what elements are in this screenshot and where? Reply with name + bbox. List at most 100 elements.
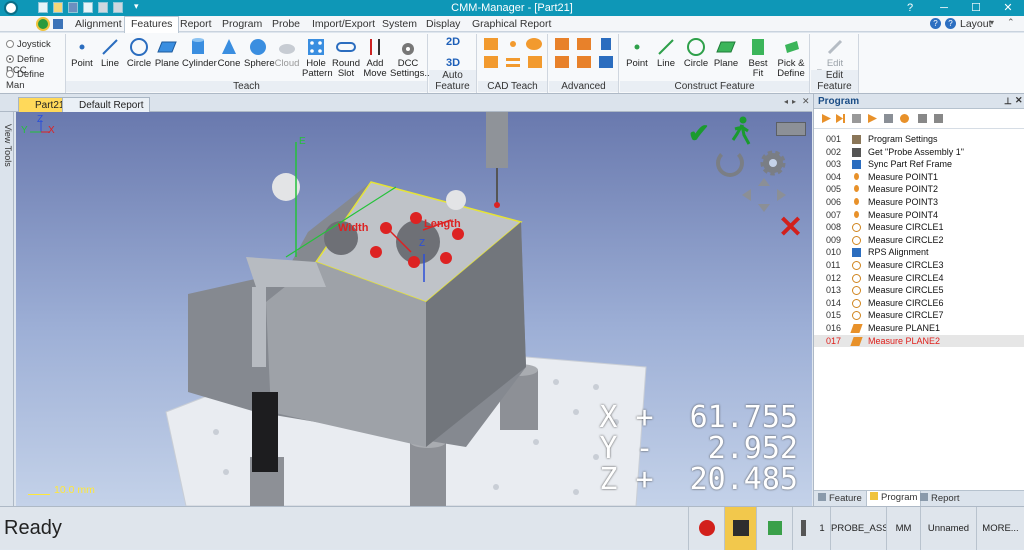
info-icon[interactable]: ? bbox=[945, 18, 956, 29]
run-person-icon[interactable] bbox=[730, 116, 752, 146]
auto-3d-button[interactable]: 3D bbox=[441, 58, 465, 69]
run-icon[interactable] bbox=[822, 114, 831, 123]
tab-default-report[interactable]: Default Report bbox=[62, 97, 151, 112]
construct-pick-define-button[interactable]: Pick & Define bbox=[774, 37, 808, 79]
teach-cylinder-button[interactable]: Cylinder bbox=[182, 37, 217, 69]
cad-teach-tools-icon[interactable] bbox=[478, 36, 548, 76]
ribbon-collapse-icon[interactable]: ⌃ bbox=[1007, 17, 1015, 28]
radio-dot-icon bbox=[6, 40, 14, 48]
machine-status-button[interactable] bbox=[724, 507, 756, 550]
close-button[interactable]: ✕ bbox=[994, 0, 1022, 16]
radio-joystick[interactable]: Joystick bbox=[6, 39, 51, 50]
auto-2d-button[interactable]: 2D bbox=[441, 37, 465, 48]
plane-icon bbox=[850, 324, 863, 333]
probe-name[interactable]: PROBE_ASSEN bbox=[830, 507, 886, 550]
panel-close-icon[interactable]: ✕ bbox=[1015, 95, 1023, 106]
options-icon[interactable] bbox=[934, 114, 943, 123]
program-probe-icon[interactable] bbox=[884, 114, 893, 123]
circle-icon bbox=[852, 261, 861, 270]
emergency-stop-button[interactable] bbox=[688, 507, 724, 550]
program-row-008[interactable]: 008 Measure CIRCLE1 bbox=[814, 221, 1024, 234]
menu-report[interactable]: Report bbox=[180, 18, 212, 30]
tab-report[interactable]: Report bbox=[920, 493, 960, 504]
cancel-x-icon[interactable]: ✕ bbox=[778, 210, 803, 245]
construct-line-button[interactable]: Line bbox=[653, 37, 679, 69]
title-bar: ▾ CMM-Manager - [Part21] ? ─ ☐ ✕ bbox=[0, 0, 1024, 16]
probe-tools-button[interactable] bbox=[756, 507, 792, 550]
app-menu-icon[interactable] bbox=[36, 17, 50, 31]
program-row-005[interactable]: 005 Measure POINT2 bbox=[814, 183, 1024, 196]
accept-check-icon[interactable]: ✔ bbox=[688, 118, 710, 149]
pan-arrows-icon[interactable] bbox=[742, 178, 786, 212]
construct-circle-button[interactable]: Circle bbox=[682, 37, 710, 69]
refresh-icon[interactable] bbox=[900, 114, 909, 123]
menu-probe[interactable]: Probe bbox=[272, 18, 300, 30]
program-row-006[interactable]: 006 Measure POINT3 bbox=[814, 196, 1024, 209]
help-icon[interactable]: ? bbox=[930, 18, 941, 29]
menu-graphical-report[interactable]: Graphical Report bbox=[472, 18, 551, 30]
program-row-013[interactable]: 013 Measure CIRCLE5 bbox=[814, 284, 1024, 297]
program-row-003[interactable]: 003 Sync Part Ref Frame bbox=[814, 158, 1024, 171]
construct-point-label: Point bbox=[626, 58, 648, 69]
menu-program[interactable]: Program bbox=[222, 18, 262, 30]
program-row-017[interactable]: 017 Measure PLANE2 bbox=[814, 334, 1024, 348]
layout-menu[interactable]: Layout bbox=[960, 18, 992, 30]
menu-display[interactable]: Display bbox=[426, 18, 460, 30]
teach-cloud-button[interactable]: Cloud bbox=[274, 37, 300, 69]
advanced-label: Advanced bbox=[549, 81, 618, 92]
program-row-004[interactable]: 004 Measure POINT1 bbox=[814, 171, 1024, 184]
home-icon[interactable] bbox=[53, 19, 63, 29]
units-indicator[interactable]: MM bbox=[886, 507, 920, 550]
teach-circle-button[interactable]: Circle bbox=[126, 37, 152, 69]
menu-features[interactable]: Features bbox=[124, 16, 180, 33]
probe-change-icon[interactable] bbox=[776, 122, 806, 136]
cad-viewport[interactable]: Z Y X E Z Width Length ✔ ✕ X + 61.755 Y -… bbox=[16, 112, 812, 506]
menu-alignment[interactable]: Alignment bbox=[75, 18, 122, 30]
teach-hole-pattern-button[interactable]: Hole Pattern bbox=[302, 37, 333, 79]
minimize-button[interactable]: ─ bbox=[930, 0, 958, 16]
program-row-007[interactable]: 007 Measure POINT4 bbox=[814, 209, 1024, 222]
more-button[interactable]: MORE... bbox=[976, 507, 1024, 550]
layout-dropdown-icon[interactable]: ▾ bbox=[990, 18, 994, 27]
program-row-010[interactable]: 010 RPS Alignment bbox=[814, 246, 1024, 259]
teach-plane-button[interactable]: Plane bbox=[154, 37, 180, 69]
program-row-011[interactable]: 011 Measure CIRCLE3 bbox=[814, 259, 1024, 272]
teach-cone-button[interactable]: Cone bbox=[216, 37, 242, 69]
teach-round-slot-button[interactable]: Round Slot bbox=[332, 37, 360, 79]
program-row-002[interactable]: 002 Get "Probe Assembly 1" bbox=[814, 146, 1024, 159]
settings-gear-icon[interactable] bbox=[758, 148, 788, 178]
stop-icon[interactable] bbox=[852, 114, 861, 123]
teach-dcc-settings-button[interactable]: DCC Settings... bbox=[390, 37, 432, 79]
program-row-009[interactable]: 009 Measure CIRCLE2 bbox=[814, 234, 1024, 247]
program-row-001[interactable]: 001 Program Settings bbox=[814, 133, 1024, 146]
program-row-014[interactable]: 014 Measure CIRCLE6 bbox=[814, 297, 1024, 310]
tab-feature[interactable]: Feature bbox=[818, 493, 862, 504]
maximize-button[interactable]: ☐ bbox=[962, 0, 990, 16]
construct-plane-button[interactable]: Plane bbox=[712, 37, 740, 69]
teach-sphere-button[interactable]: Sphere bbox=[244, 37, 275, 69]
menu-import-export[interactable]: Import/Export bbox=[312, 18, 375, 30]
view-tools-tab[interactable]: View Tools bbox=[1, 124, 13, 167]
teach-add-move-button[interactable]: Add Move bbox=[362, 37, 388, 79]
help-button[interactable]: ? bbox=[896, 0, 924, 16]
run-from-icon[interactable] bbox=[836, 114, 845, 123]
panel-pin-icon[interactable]: ⊥ bbox=[1004, 96, 1012, 107]
alignment-name[interactable]: Unnamed bbox=[920, 507, 976, 550]
rotate-view-icon[interactable] bbox=[716, 149, 744, 177]
construct-point-button[interactable]: Point bbox=[624, 37, 650, 69]
tab-scroll-right-icon[interactable]: ▸ bbox=[792, 97, 796, 106]
construct-best-fit-button[interactable]: Best Fit bbox=[744, 37, 772, 79]
tab-close-icon[interactable]: ✕ bbox=[802, 96, 810, 107]
teach-line-button[interactable]: Line bbox=[98, 37, 122, 69]
program-row-012[interactable]: 012 Measure CIRCLE4 bbox=[814, 272, 1024, 285]
radio-define-man[interactable]: Define Man bbox=[6, 69, 65, 91]
advanced-tools-icon[interactable] bbox=[549, 36, 619, 76]
teach-point-button[interactable]: Point bbox=[70, 37, 94, 69]
stop-square-icon[interactable] bbox=[918, 114, 927, 123]
menu-system[interactable]: System bbox=[382, 18, 417, 30]
tab-program[interactable]: Program bbox=[866, 491, 922, 507]
tab-scroll-left-icon[interactable]: ◂ bbox=[784, 97, 788, 106]
program-row-016[interactable]: 016 Measure PLANE1 bbox=[814, 322, 1024, 335]
step-icon[interactable] bbox=[868, 114, 877, 123]
program-row-015[interactable]: 015 Measure CIRCLE7 bbox=[814, 309, 1024, 322]
